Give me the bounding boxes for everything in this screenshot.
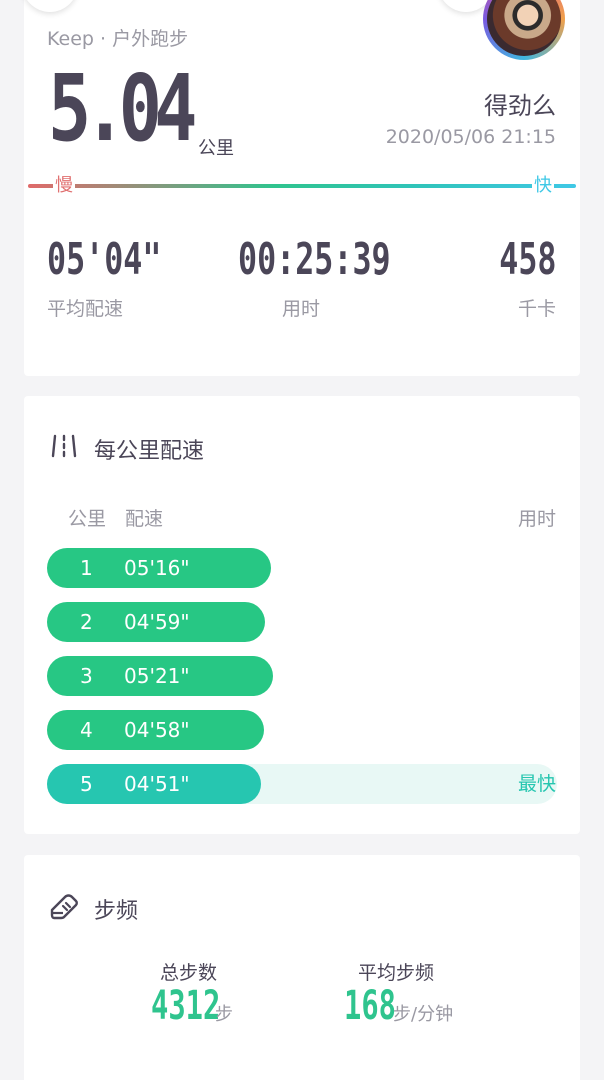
pace-km-number: 1 (80, 556, 93, 580)
pace-value: 04'58" (124, 718, 190, 742)
pace-km-number: 5 (80, 772, 93, 796)
avatar-image (487, 0, 561, 56)
pace-value: 04'51" (124, 772, 190, 796)
pace-km-number: 2 (80, 610, 93, 634)
duration-label: 用时 (282, 298, 321, 320)
total-steps-value: 4312 (151, 983, 221, 1029)
fast-label: 快 (532, 175, 554, 196)
avg-cadence-label: 平均步频 (358, 962, 435, 984)
activity-datetime: 2020/05/06 21:15 (385, 126, 556, 148)
distance-value: 5.04 (48, 55, 197, 162)
avg-cadence-unit: 步/分钟 (393, 1004, 454, 1025)
distance-unit: 公里 (198, 138, 234, 159)
total-steps-label: 总步数 (160, 962, 218, 984)
speed-gradient-bar (28, 184, 576, 188)
user-motto: 得劲么 (484, 92, 556, 120)
time-column-header: 用时 (517, 508, 556, 530)
avg-pace-value: 05'04" (47, 234, 162, 285)
duration-value: 00:25:39 (238, 234, 391, 285)
avg-cadence-value: 168 (344, 983, 397, 1029)
fastest-tag: 最快 (517, 773, 556, 795)
pace-value: 05'21" (124, 664, 190, 688)
cadence-section-title: 步频 (94, 899, 139, 924)
pace-km-number: 4 (80, 718, 93, 742)
pace-section-title: 每公里配速 (94, 439, 205, 464)
calories-value: 458 (498, 234, 556, 285)
avg-pace-label: 平均配速 (47, 298, 124, 320)
activity-subtitle: Keep · 户外跑步 (47, 28, 189, 50)
shoe-icon (50, 894, 78, 920)
pace-value: 04'59" (124, 610, 190, 634)
cadence-card (24, 855, 580, 1080)
pace-km-number: 3 (80, 664, 93, 688)
road-icon (51, 434, 77, 458)
total-steps-unit: 步 (215, 1004, 233, 1025)
pace-column-header: 配速 (125, 508, 164, 530)
pace-value: 05'16" (124, 556, 190, 580)
km-column-header: 公里 (68, 508, 107, 530)
slow-label: 慢 (53, 175, 75, 196)
calories-label: 千卡 (517, 298, 556, 320)
